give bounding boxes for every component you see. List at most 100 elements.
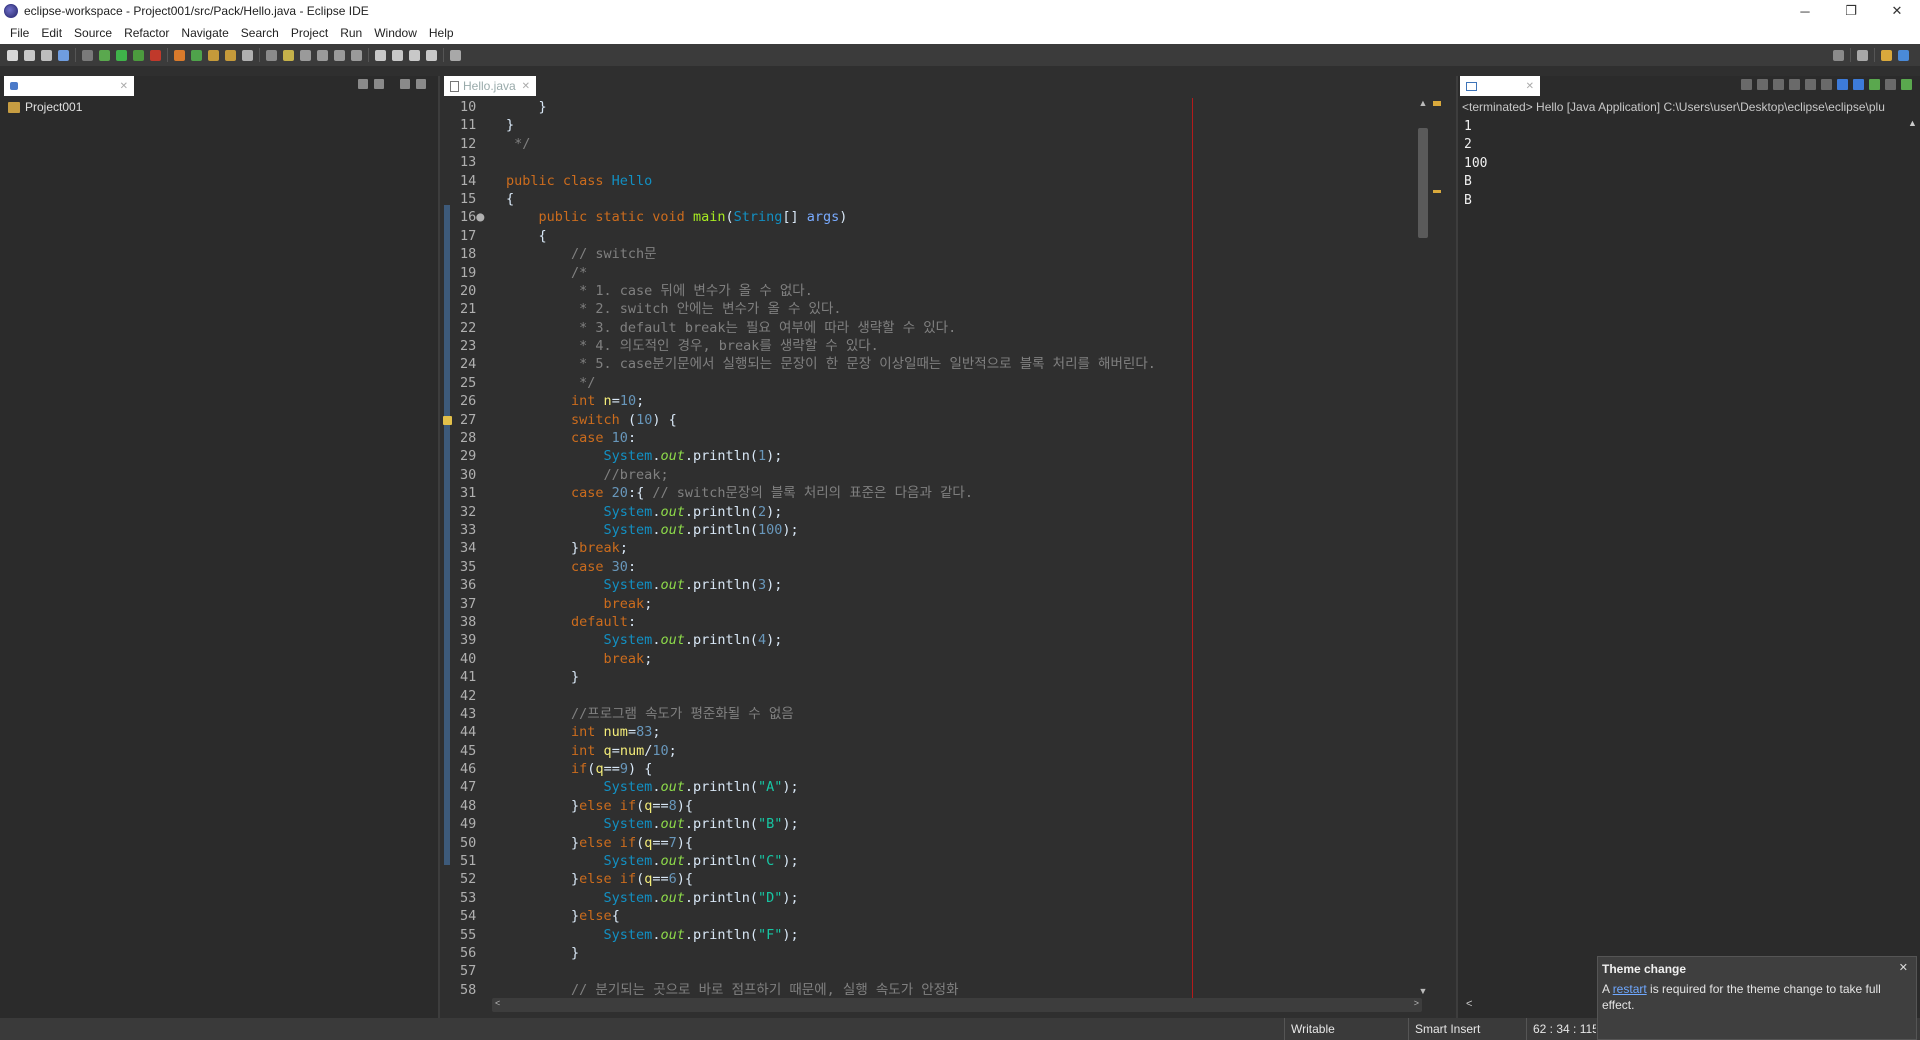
show-whitespace-icon[interactable] [317,49,328,61]
code-area[interactable]: 10 } 11} 12 */13 14 public class Hello 15{16●… [454,98,1414,999]
tree-item-project[interactable]: Project001 [8,100,82,114]
close-window-button[interactable]: ✕ [1874,0,1920,22]
scroll-down-icon[interactable]: ▼ [1416,986,1430,998]
clear-console-icon[interactable] [1789,79,1800,90]
code-line[interactable]: 31 case 20:{ // switch문장의 블록 처리의 표준은 다음과… [454,484,1414,502]
search-icon[interactable] [1833,49,1844,61]
menu-edit[interactable]: Edit [35,26,68,40]
code-line[interactable]: 11} [454,116,1414,134]
remove-all-launches-icon[interactable] [1773,79,1784,90]
code-line[interactable]: 48 }else if(q==8){ [454,797,1414,815]
back-icon[interactable] [375,49,386,61]
coverage-icon[interactable] [133,49,144,61]
code-line[interactable]: 33 System.out.println(100); [454,521,1414,539]
skip-breakpoints-icon[interactable] [82,49,93,61]
code-line[interactable]: 18 // switch문 [454,245,1414,263]
debug-icon[interactable] [99,49,110,61]
code-line[interactable]: 41 } [454,668,1414,686]
pin-editor-icon[interactable] [450,49,461,61]
new-icon[interactable] [7,49,18,61]
menu-search[interactable]: Search [235,26,285,40]
code-line[interactable]: 47 System.out.println("A"); [454,778,1414,796]
code-line[interactable]: 21 * 2. switch 안에는 변수가 올 수 있다. [454,300,1414,318]
save-all-icon[interactable] [41,49,52,61]
code-line[interactable]: 19 /* [454,264,1414,282]
save-icon[interactable] [24,49,35,61]
package-explorer-tab[interactable]: ✕ [4,76,134,96]
remove-launch-icon[interactable] [1757,79,1768,90]
code-line[interactable]: 14 public class Hello [454,172,1414,190]
external-tools-icon[interactable] [150,49,161,61]
menu-project[interactable]: Project [285,26,334,40]
editor-vertical-scrollbar[interactable]: ▲ ▼ [1416,98,1430,998]
toggle-mark-icon[interactable] [266,49,277,61]
close-icon[interactable]: ✕ [1526,81,1534,92]
code-line[interactable]: 10 } [454,98,1414,116]
forward-icon[interactable] [392,49,403,61]
menu-run[interactable]: Run [334,26,368,40]
block-selection-icon[interactable] [300,49,311,61]
overview-occurrence-marker[interactable] [1433,190,1441,193]
search-toolbar-icon[interactable] [242,49,253,61]
link-with-editor-icon[interactable] [374,79,384,89]
toggle-highlight-icon[interactable] [283,49,294,61]
code-line[interactable]: 22 * 3. default break는 필요 여부에 따라 생략할 수 있… [454,319,1414,337]
code-line[interactable]: 13 [454,153,1414,171]
code-line[interactable]: 15 { [454,190,1414,208]
display-selected-console-icon[interactable] [1885,79,1896,90]
code-line[interactable]: 12 */ [454,135,1414,153]
debug-perspective-icon[interactable] [1898,49,1909,61]
navigate-forward-icon[interactable] [426,49,437,61]
code-line[interactable]: 56 } [454,944,1414,962]
previous-annotation-icon[interactable] [351,49,362,61]
collapse-all-icon[interactable] [358,79,368,89]
close-icon[interactable]: ✕ [120,81,128,92]
code-line[interactable]: 49 System.out.println("B"); [454,815,1414,833]
code-line[interactable]: 46 if(q==9) { [454,760,1414,778]
menu-file[interactable]: File [4,26,35,40]
code-line[interactable]: 55 System.out.println("F"); [454,926,1414,944]
restart-link[interactable]: restart [1613,982,1647,996]
editor-tab-hello-java[interactable]: Hello.java ✕ [444,76,536,96]
code-line[interactable]: 38 default: [454,613,1414,631]
next-annotation-icon[interactable] [334,49,345,61]
console-output[interactable]: 1 2 100 B B [1464,118,1487,210]
scroll-left-icon[interactable]: < [1466,998,1472,1010]
code-line[interactable]: 39 System.out.println(4); [454,631,1414,649]
open-console-icon[interactable] [1901,79,1912,90]
code-line[interactable]: 54 }else{ [454,907,1414,925]
last-edit-icon[interactable] [409,49,420,61]
terminate-icon[interactable] [1741,79,1752,90]
code-line[interactable]: 51 System.out.println("C"); [454,852,1414,870]
warning-marker-icon[interactable] [443,416,452,425]
run-icon[interactable] [116,49,127,61]
code-line[interactable]: 25 */ [454,374,1414,392]
code-line[interactable]: 20 * 1. case 뒤에 변수가 올 수 없다. [454,282,1414,300]
show-on-error-icon[interactable] [1853,79,1864,90]
code-line[interactable]: 30 //break; [454,466,1414,484]
code-line[interactable]: 16● public static void main(String[] arg… [454,208,1414,226]
code-line[interactable]: 28 case 10: [454,429,1414,447]
pin-console-icon[interactable] [1869,79,1880,90]
code-line[interactable]: 43 //프로그램 속도가 평준화될 수 없음 [454,705,1414,723]
code-line[interactable]: 42 [454,687,1414,705]
code-line[interactable]: 45 int q=num/10; [454,742,1414,760]
menu-window[interactable]: Window [368,26,423,40]
menu-navigate[interactable]: Navigate [175,26,234,40]
code-line[interactable]: 32 System.out.println(2); [454,503,1414,521]
restore-button[interactable]: ❐ [1828,0,1874,22]
overview-ruler[interactable] [1432,98,1442,998]
open-type-icon[interactable] [208,49,219,61]
code-line[interactable]: 44 int num=83; [454,723,1414,741]
code-line[interactable]: 34 }break; [454,539,1414,557]
view-menu-icon[interactable] [416,79,426,89]
code-line[interactable]: 37 break; [454,595,1414,613]
editor-horizontal-scrollbar[interactable]: < > [492,998,1422,1012]
scroll-right-icon[interactable]: > [1414,998,1419,1008]
open-perspective-icon[interactable] [1857,49,1868,61]
code-line[interactable]: 52 }else if(q==6){ [454,870,1414,888]
close-icon[interactable]: ✕ [1899,961,1908,974]
minimize-button[interactable]: ─ [1782,0,1828,22]
overview-warning-marker[interactable] [1433,101,1441,106]
code-line[interactable]: 29 System.out.println(1); [454,447,1414,465]
